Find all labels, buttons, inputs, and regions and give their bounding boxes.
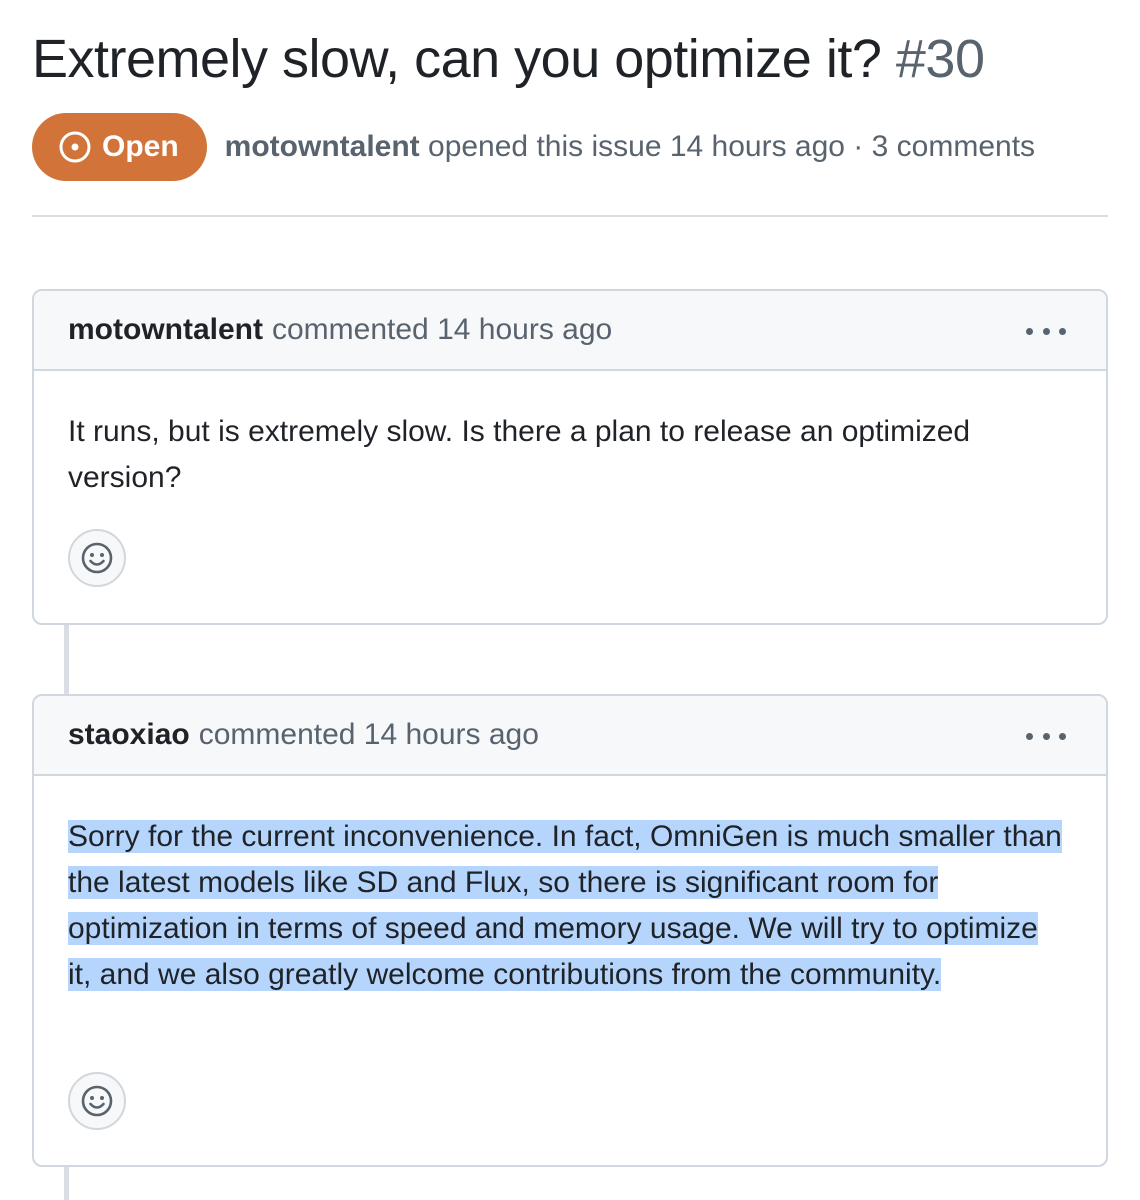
issue-state-label: Open	[102, 130, 179, 163]
comment-body: Sorry for the current inconvenience. In …	[34, 776, 1106, 998]
header-divider	[32, 215, 1108, 217]
comment-body: It runs, but is extremely slow. Is there…	[34, 371, 1106, 501]
issue-title-text: Extremely slow, can you optimize it?	[32, 29, 882, 89]
add-reaction-button[interactable]	[68, 1072, 126, 1130]
comment-card: motowntalent commented 14 hours ago It r…	[32, 289, 1108, 625]
issue-number: #30	[895, 29, 985, 89]
issue-page: Extremely slow, can you optimize it? #30…	[0, 0, 1140, 1200]
kebab-horizontal-icon[interactable]	[1026, 317, 1066, 345]
comment-author-link[interactable]: motowntalent	[68, 313, 263, 347]
comment-timestamp[interactable]: commented 14 hours ago	[272, 313, 612, 347]
issue-title: Extremely slow, can you optimize it? #30	[32, 28, 985, 90]
issue-meta-row: Open motowntalent opened this issue 14 h…	[32, 112, 1035, 182]
comment-header: staoxiao commented 14 hours ago	[34, 696, 1106, 776]
comment-author-link[interactable]: staoxiao	[68, 718, 190, 752]
comment-header: motowntalent commented 14 hours ago	[34, 291, 1106, 371]
issue-state-badge: Open	[32, 113, 207, 181]
smiley-icon	[81, 1085, 113, 1117]
smiley-icon	[81, 542, 113, 574]
issue-meta: motowntalent opened this issue 14 hours …	[225, 130, 1035, 164]
issue-meta-text: opened this issue 14 hours ago · 3 comme…	[419, 130, 1036, 163]
comment-timestamp[interactable]: commented 14 hours ago	[199, 718, 539, 752]
issue-opened-icon	[59, 131, 91, 163]
comment-text: Sorry for the current inconvenience. In …	[68, 814, 1068, 998]
add-reaction-button[interactable]	[68, 529, 126, 587]
timeline-connector	[64, 1164, 69, 1200]
comment-card: staoxiao commented 14 hours ago Sorry fo…	[32, 694, 1108, 1167]
timeline-connector	[64, 622, 69, 698]
comment-text: It runs, but is extremely slow. Is there…	[68, 415, 971, 494]
issue-author-link[interactable]: motowntalent	[225, 130, 420, 163]
selected-text: Sorry for the current inconvenience. In …	[68, 820, 1062, 991]
kebab-horizontal-icon[interactable]	[1026, 722, 1066, 750]
